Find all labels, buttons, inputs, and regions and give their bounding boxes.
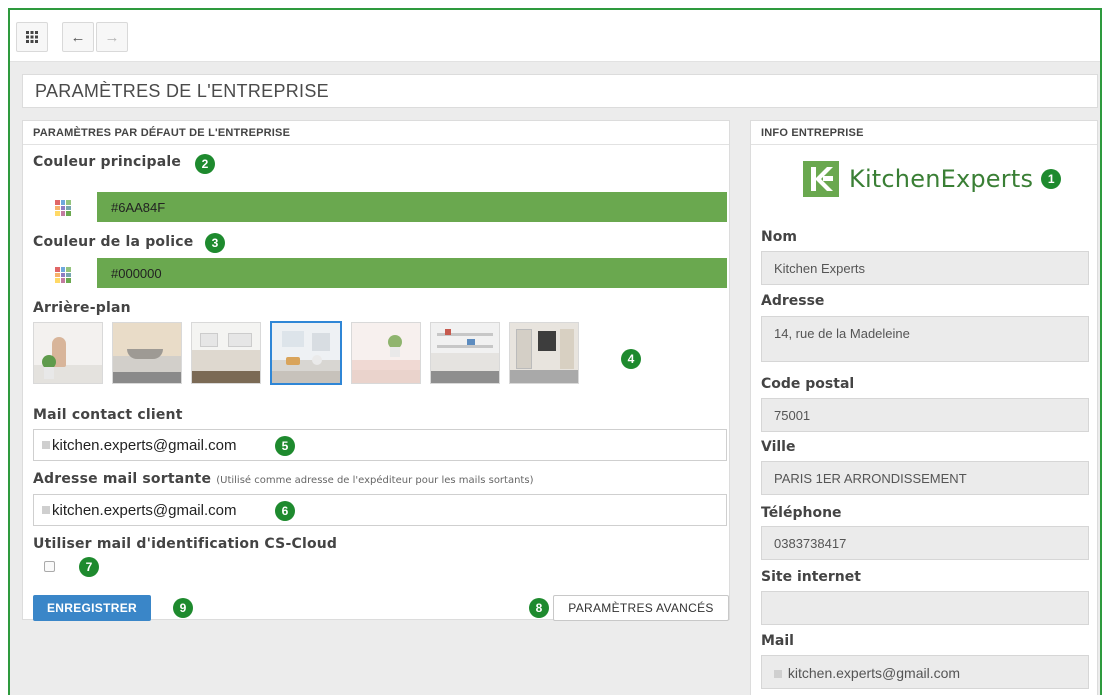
background-thumb-3[interactable] [191, 322, 261, 384]
company-defaults-panel: PARAMÈTRES PAR DÉFAUT DE L'ENTREPRISE Co… [22, 120, 730, 621]
company-info-header: INFO ENTREPRISE [751, 121, 1097, 145]
background-thumb-6[interactable] [430, 322, 500, 384]
website-label: Site internet [761, 569, 861, 585]
primary-color-label-text: Couleur principale [33, 154, 182, 170]
annotation-badge-5: 5 [275, 436, 295, 456]
background-label: Arrière-plan [33, 300, 131, 316]
phone-label: Téléphone [761, 505, 842, 521]
background-thumb-4-selected[interactable] [270, 321, 342, 385]
name-label: Nom [761, 229, 797, 245]
mail-label: Mail [761, 633, 794, 649]
contact-mail-label: Mail contact client [33, 407, 183, 423]
mail-field: kitchen.experts@gmail.com [761, 655, 1089, 689]
background-thumb-2[interactable] [112, 322, 182, 384]
address-label: Adresse [761, 293, 825, 309]
website-field [761, 591, 1089, 625]
app-frame: ← → PARAMÈTRES DE L'ENTREPRISE PARAMÈTRE… [8, 8, 1102, 695]
font-color-label: Couleur de la police [33, 234, 193, 250]
cs-cloud-label: Utiliser mail d'identification CS-Cloud [33, 536, 337, 552]
contact-mail-label-text: Mail contact client [33, 407, 183, 423]
input-prefix-marker [774, 670, 782, 678]
primary-color-input[interactable]: #6AA84F [97, 192, 727, 222]
phone-field: 0383738417 [761, 526, 1089, 560]
company-logo: KitchenExperts 1 [803, 161, 1062, 197]
page-title: PARAMÈTRES DE L'ENTREPRISE [35, 80, 329, 101]
annotation-badge-3: 3 [205, 233, 225, 253]
outgoing-mail-label: Adresse mail sortante (Utilisé comme adr… [33, 471, 533, 487]
city-label: Ville [761, 439, 796, 455]
name-field: Kitchen Experts [761, 251, 1089, 285]
arrow-right-icon: → [104, 28, 120, 46]
outgoing-mail-value: kitchen.experts@gmail.com [52, 501, 237, 519]
annotation-badge-1: 1 [1041, 169, 1062, 189]
annotation-badge-7: 7 [79, 557, 99, 577]
font-color-label-text: Couleur de la police [33, 234, 194, 250]
forward-button[interactable]: → [96, 22, 128, 52]
apps-grid-icon-svg [26, 31, 38, 43]
annotation-badge-9: 9 [173, 598, 193, 618]
city-field: PARIS 1ER ARRONDISSEMENT [761, 461, 1089, 495]
back-button[interactable]: ← [62, 22, 94, 52]
color-palette-icon[interactable] [55, 200, 71, 216]
annotation-badge-8: 8 [529, 598, 549, 618]
mail-field-value: kitchen.experts@gmail.com [787, 665, 961, 681]
annotation-badge-4: 4 [621, 349, 641, 369]
background-label-text: Arrière-plan [33, 300, 131, 316]
contact-mail-input[interactable]: kitchen.experts@gmail.com [33, 429, 727, 461]
arrow-left-icon: ← [70, 28, 86, 46]
outgoing-mail-hint: (Utilisé comme adresse de l'expéditeur p… [216, 475, 534, 486]
background-thumb-7[interactable] [509, 322, 579, 384]
company-logo-text: KitchenExperts [849, 165, 1034, 193]
top-toolbar: ← → [10, 10, 1100, 62]
font-color-input[interactable]: #000000 [97, 258, 727, 288]
primary-color-label: Couleur principale [33, 154, 181, 170]
annotation-badge-2: 2 [195, 154, 215, 174]
background-thumb-5[interactable] [351, 322, 421, 384]
page-title-panel: PARAMÈTRES DE L'ENTREPRISE [22, 74, 1098, 108]
outgoing-mail-label-text: Adresse mail sortante [33, 471, 212, 487]
background-thumbnails [33, 321, 579, 385]
annotation-badge-6: 6 [275, 501, 295, 521]
outgoing-mail-input[interactable]: kitchen.experts@gmail.com [33, 494, 727, 526]
input-prefix-marker [42, 506, 50, 514]
company-defaults-header: PARAMÈTRES PAR DÉFAUT DE L'ENTREPRISE [23, 121, 729, 145]
postal-code-label: Code postal [761, 376, 855, 392]
kitchen-experts-logo-icon [803, 161, 839, 197]
input-prefix-marker [42, 441, 50, 449]
primary-color-value: #6AA84F [111, 199, 166, 215]
advanced-settings-button[interactable]: PARAMÈTRES AVANCÉS [553, 595, 729, 621]
color-palette-icon[interactable] [55, 267, 71, 283]
background-thumb-1[interactable] [33, 322, 103, 384]
save-button[interactable]: ENREGISTRER [33, 595, 151, 621]
address-field: 14, rue de la Madeleine [761, 316, 1089, 362]
cs-cloud-checkbox[interactable] [44, 561, 55, 572]
cs-cloud-label-text: Utiliser mail d'identification CS-Cloud [33, 536, 338, 552]
logo-k-glyph [811, 167, 833, 191]
postal-code-field: 75001 [761, 398, 1089, 432]
apps-grid-icon[interactable] [16, 22, 48, 52]
contact-mail-value: kitchen.experts@gmail.com [52, 436, 237, 454]
company-info-panel: INFO ENTREPRISE KitchenExperts 1 Nom Kit… [750, 120, 1098, 695]
font-color-value: #000000 [111, 265, 162, 281]
